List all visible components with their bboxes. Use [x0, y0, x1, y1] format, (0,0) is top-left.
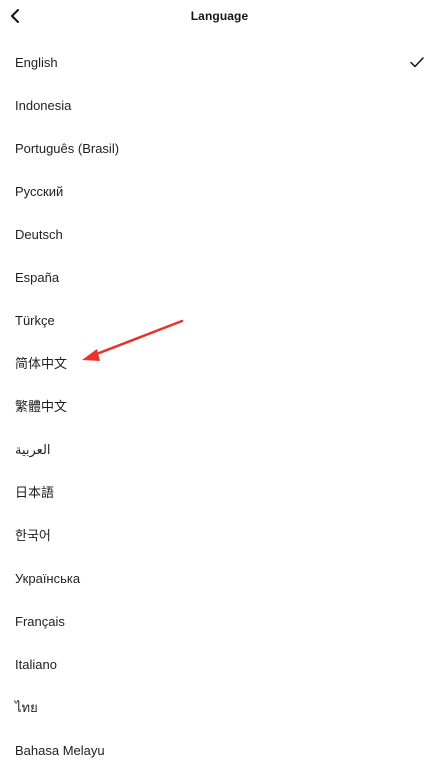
language-item-german[interactable]: Deutsch — [0, 213, 439, 256]
language-label: Indonesia — [15, 98, 72, 113]
language-label: 한국어 — [15, 528, 51, 543]
language-label: Deutsch — [15, 227, 63, 242]
language-label: 简体中文 — [15, 356, 68, 371]
language-item-arabic[interactable]: العربية — [0, 428, 439, 471]
language-item-korean[interactable]: 한국어 — [0, 514, 439, 557]
language-label: Français — [15, 614, 65, 629]
top-bar: Language — [0, 0, 439, 34]
language-item-simplified-chinese[interactable]: 简体中文 — [0, 342, 439, 385]
language-item-malay[interactable]: Bahasa Melayu — [0, 729, 439, 772]
language-item-portuguese-brazil[interactable]: Português (Brasil) — [0, 127, 439, 170]
language-label: 繁體中文 — [15, 399, 68, 414]
page-title: Language — [190, 9, 249, 23]
language-item-thai[interactable]: ไทย — [0, 686, 439, 729]
language-item-indonesia[interactable]: Indonesia — [0, 84, 439, 127]
language-item-turkish[interactable]: Türkçe — [0, 299, 439, 342]
language-label: Português (Brasil) — [15, 141, 120, 156]
language-label: Italiano — [15, 657, 57, 672]
language-list: English Indonesia Português (Brasil) Рус… — [0, 41, 439, 772]
language-label: العربية — [15, 442, 51, 457]
language-label: Türkçe — [15, 313, 55, 328]
language-label: English — [15, 55, 58, 70]
language-label: 日本語 — [15, 485, 55, 500]
language-item-french[interactable]: Français — [0, 600, 439, 643]
language-item-english[interactable]: English — [0, 41, 439, 84]
language-label: Українська — [15, 571, 81, 586]
language-item-russian[interactable]: Русский — [0, 170, 439, 213]
language-label: España — [15, 270, 60, 285]
language-item-traditional-chinese[interactable]: 繁體中文 — [0, 385, 439, 428]
language-label: Русский — [15, 184, 64, 199]
language-item-ukrainian[interactable]: Українська — [0, 557, 439, 600]
language-label: ไทย — [15, 700, 38, 715]
language-label: Bahasa Melayu — [15, 743, 105, 758]
language-item-japanese[interactable]: 日本語 — [0, 471, 439, 514]
checkmark-icon — [410, 57, 424, 69]
language-item-spanish[interactable]: España — [0, 256, 439, 299]
language-item-italian[interactable]: Italiano — [0, 643, 439, 686]
